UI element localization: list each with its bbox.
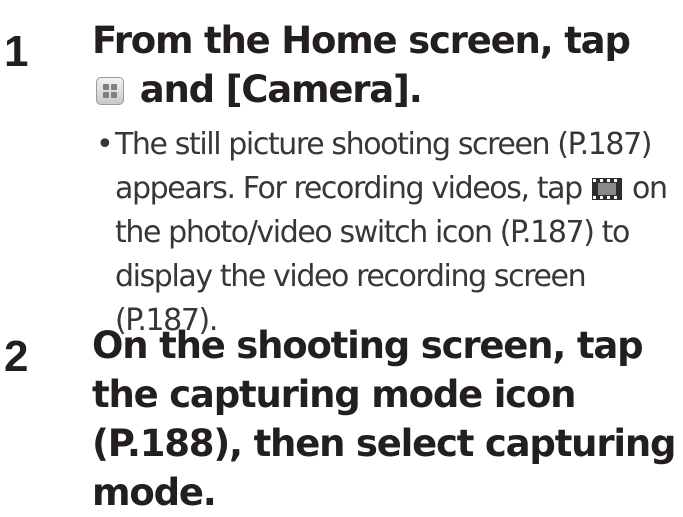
- step-number: 1: [4, 27, 29, 76]
- bullet: •: [96, 127, 114, 162]
- step-title: On the shooting screen, tap the capturin…: [92, 324, 676, 514]
- step-title-text-start: From the Home screen, tap: [92, 19, 631, 62]
- step-note: • The still picture shooting screen (P.18…: [96, 123, 677, 343]
- step-title-text-end: and [Camera].: [139, 68, 423, 111]
- apps-grid-icon: [96, 77, 124, 105]
- step-title: From the Home screen, tap and [Camera].: [92, 16, 677, 114]
- step-note-text-start: The still picture shooting screen (P.187…: [115, 127, 653, 206]
- video-film-icon: [591, 178, 622, 200]
- step-number: 2: [4, 332, 29, 381]
